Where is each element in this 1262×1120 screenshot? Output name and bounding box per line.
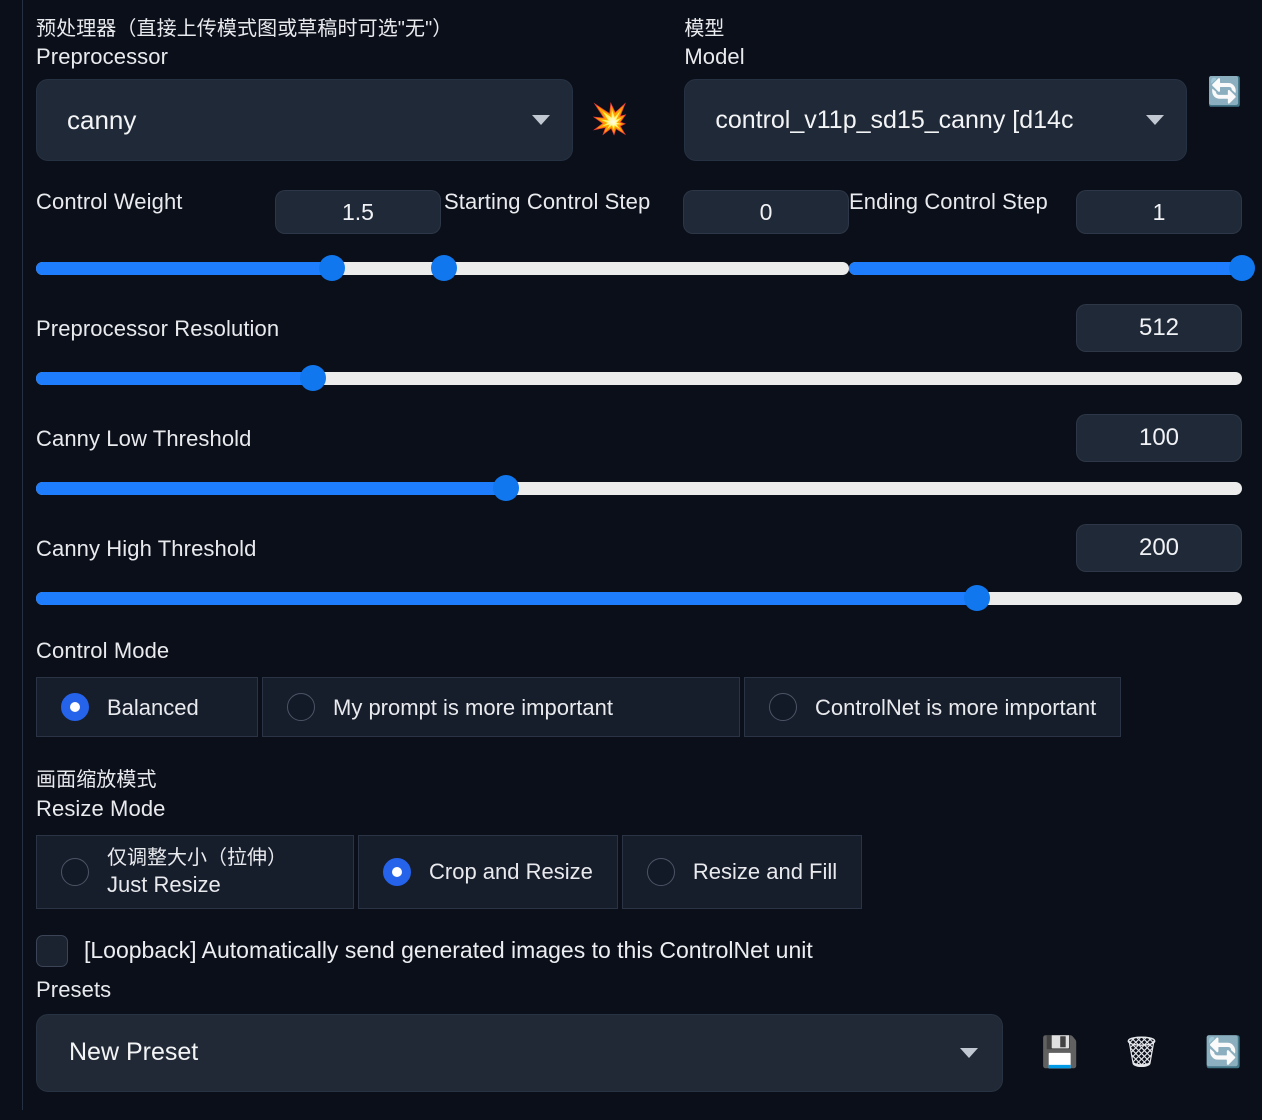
slider-fill (36, 481, 507, 495)
resize-mode-option-label: Resize and Fill (692, 859, 838, 885)
starting-control-step-slider[interactable] (431, 255, 849, 282)
preprocessor-resolution-group: Preprocessor Resolution 512 (36, 304, 1242, 392)
controlnet-unit-panel: 预处理器（直接上传模式图或草稿时可选"无"） Preprocessor cann… (0, 0, 1262, 1120)
loopback-label: [Loopback] Automatically send generated … (84, 937, 813, 964)
slider-thumb[interactable] (300, 365, 327, 392)
slider-track (444, 261, 849, 275)
slider-thumb[interactable] (493, 475, 520, 502)
preprocessor-dropdown[interactable]: canny (36, 79, 573, 162)
slider-thumb[interactable] (963, 585, 990, 612)
panel-left-rule (22, 0, 23, 1110)
run-preprocessor-icon[interactable]: 💥 (591, 43, 628, 135)
resize-mode-option-label: Crop and Resize (429, 859, 593, 885)
slider-fill (36, 371, 314, 385)
canny-low-threshold-group: Canny Low Threshold 100 (36, 414, 1242, 502)
resize-mode-option-label-en: Just Resize (107, 871, 221, 897)
control-weight-group: Control Weight 1.5 (36, 187, 441, 282)
control-mode-label: Control Mode (36, 638, 170, 664)
canny-low-threshold-label: Canny Low Threshold (36, 425, 252, 451)
radio-unselected-icon[interactable] (61, 857, 89, 886)
slider-thumb[interactable] (1229, 255, 1255, 282)
weight-step-row: Control Weight 1.5 Starting Control Step… (36, 187, 1255, 282)
presets-dropdown[interactable]: New Preset (36, 1013, 1004, 1092)
preprocessor-label-en: Preprocessor (36, 44, 169, 70)
refresh-presets-icon[interactable]: 🔄 (1205, 1037, 1242, 1068)
save-preset-icon[interactable]: 💾 (1041, 1037, 1078, 1068)
control-mode-option-balanced[interactable]: Balanced (36, 677, 258, 738)
control-mode-option-label: My prompt is more important (333, 694, 613, 720)
model-label: 模型 Model (684, 16, 1187, 71)
slider-fill (36, 261, 332, 275)
canny-low-threshold-slider[interactable] (36, 475, 1242, 502)
model-label-en: Model (684, 44, 745, 70)
canny-high-threshold-slider[interactable] (36, 585, 1242, 612)
control-weight-label: Control Weight (36, 189, 183, 215)
radio-selected-icon[interactable] (61, 693, 89, 722)
preprocessor-resolution-input[interactable]: 512 (1076, 304, 1242, 353)
model-label-zh: 模型 (684, 18, 725, 40)
loopback-checkbox[interactable] (36, 934, 68, 967)
preprocessor-model-row: 预处理器（直接上传模式图或草稿时可选"无"） Preprocessor cann… (36, 16, 1242, 162)
resize-mode-label-en: Resize Mode (36, 795, 166, 821)
control-weight-slider[interactable] (36, 255, 441, 282)
preprocessor-column: 预处理器（直接上传模式图或草稿时可选"无"） Preprocessor cann… (36, 16, 573, 162)
presets-label: Presets (36, 976, 112, 1002)
resize-mode-label: 画面缩放模式 Resize Mode (36, 767, 1242, 822)
canny-high-threshold-group: Canny High Threshold 200 (36, 524, 1242, 612)
preprocessor-resolution-label: Preprocessor Resolution (36, 315, 280, 341)
resize-mode-option-resize-and-fill[interactable]: Resize and Fill (621, 834, 863, 909)
preprocessor-value: canny (67, 104, 137, 135)
control-mode-option-label: ControlNet is more important (815, 694, 1097, 720)
resize-mode-option-crop-and-resize[interactable]: Crop and Resize (358, 834, 618, 909)
model-dropdown[interactable]: control_v11p_sd15_canny [d14c (684, 79, 1188, 162)
radio-selected-icon[interactable] (383, 857, 411, 886)
chevron-down-icon (1146, 115, 1165, 126)
resize-mode-option-label-zh: 仅调整大小（拉伸） (107, 846, 287, 869)
radio-unselected-icon[interactable] (287, 693, 315, 722)
slider-fill (36, 591, 977, 605)
ending-control-step-slider[interactable] (849, 255, 1255, 282)
canny-high-threshold-input[interactable]: 200 (1076, 524, 1242, 573)
control-mode-option-label: Balanced (107, 694, 199, 720)
ending-control-step-input[interactable]: 1 (1076, 190, 1242, 235)
control-mode-option-my-prompt[interactable]: My prompt is more important (262, 677, 740, 738)
starting-control-step-group: Starting Control Step 0 (431, 187, 849, 282)
control-mode-radio-group: Balanced My prompt is more important Con… (36, 677, 1242, 738)
ending-control-step-label: Ending Control Step (849, 189, 1048, 215)
presets-row: New Preset 💾 🗑 🔄 (36, 1013, 1242, 1092)
resize-mode-radio-group: 仅调整大小（拉伸） Just Resize Crop and Resize Re… (36, 834, 1242, 909)
ending-control-step-group: Ending Control Step 1 (849, 187, 1255, 282)
control-mode-option-controlnet[interactable]: ControlNet is more important (744, 677, 1122, 738)
model-value: control_v11p_sd15_canny [d14c (715, 105, 1074, 134)
control-weight-input[interactable]: 1.5 (275, 190, 441, 235)
preset-actions: 💾 🗑 🔄 (1041, 1037, 1242, 1068)
refresh-models-icon[interactable]: 🔄 (1207, 16, 1242, 106)
delete-preset-icon[interactable]: 🗑 (1123, 1037, 1161, 1068)
slider-fill (849, 261, 1242, 275)
preprocessor-label-zh: 预处理器（直接上传模式图或草稿时可选"无"） (36, 18, 453, 40)
preprocessor-label: 预处理器（直接上传模式图或草稿时可选"无"） Preprocessor (36, 16, 573, 71)
starting-control-step-input[interactable]: 0 (683, 190, 849, 235)
chevron-down-icon (960, 1047, 979, 1058)
loopback-row[interactable]: [Loopback] Automatically send generated … (36, 934, 1242, 967)
starting-control-step-label: Starting Control Step (444, 189, 651, 215)
model-column: 模型 Model control_v11p_sd15_canny [d14c (684, 16, 1188, 162)
slider-thumb[interactable] (318, 255, 345, 282)
resize-mode-option-label: 仅调整大小（拉伸） Just Resize (107, 846, 287, 899)
radio-unselected-icon[interactable] (646, 857, 675, 886)
resize-mode-label-zh: 画面缩放模式 (36, 769, 157, 792)
radio-unselected-icon[interactable] (769, 693, 797, 722)
preprocessor-resolution-slider[interactable] (36, 365, 1242, 392)
slider-thumb[interactable] (431, 255, 457, 282)
presets-value: New Preset (69, 1038, 199, 1067)
canny-low-threshold-input[interactable]: 100 (1076, 414, 1242, 463)
chevron-down-icon (531, 115, 550, 126)
resize-mode-option-just-resize[interactable]: 仅调整大小（拉伸） Just Resize (36, 834, 354, 909)
canny-high-threshold-label: Canny High Threshold (36, 535, 257, 561)
